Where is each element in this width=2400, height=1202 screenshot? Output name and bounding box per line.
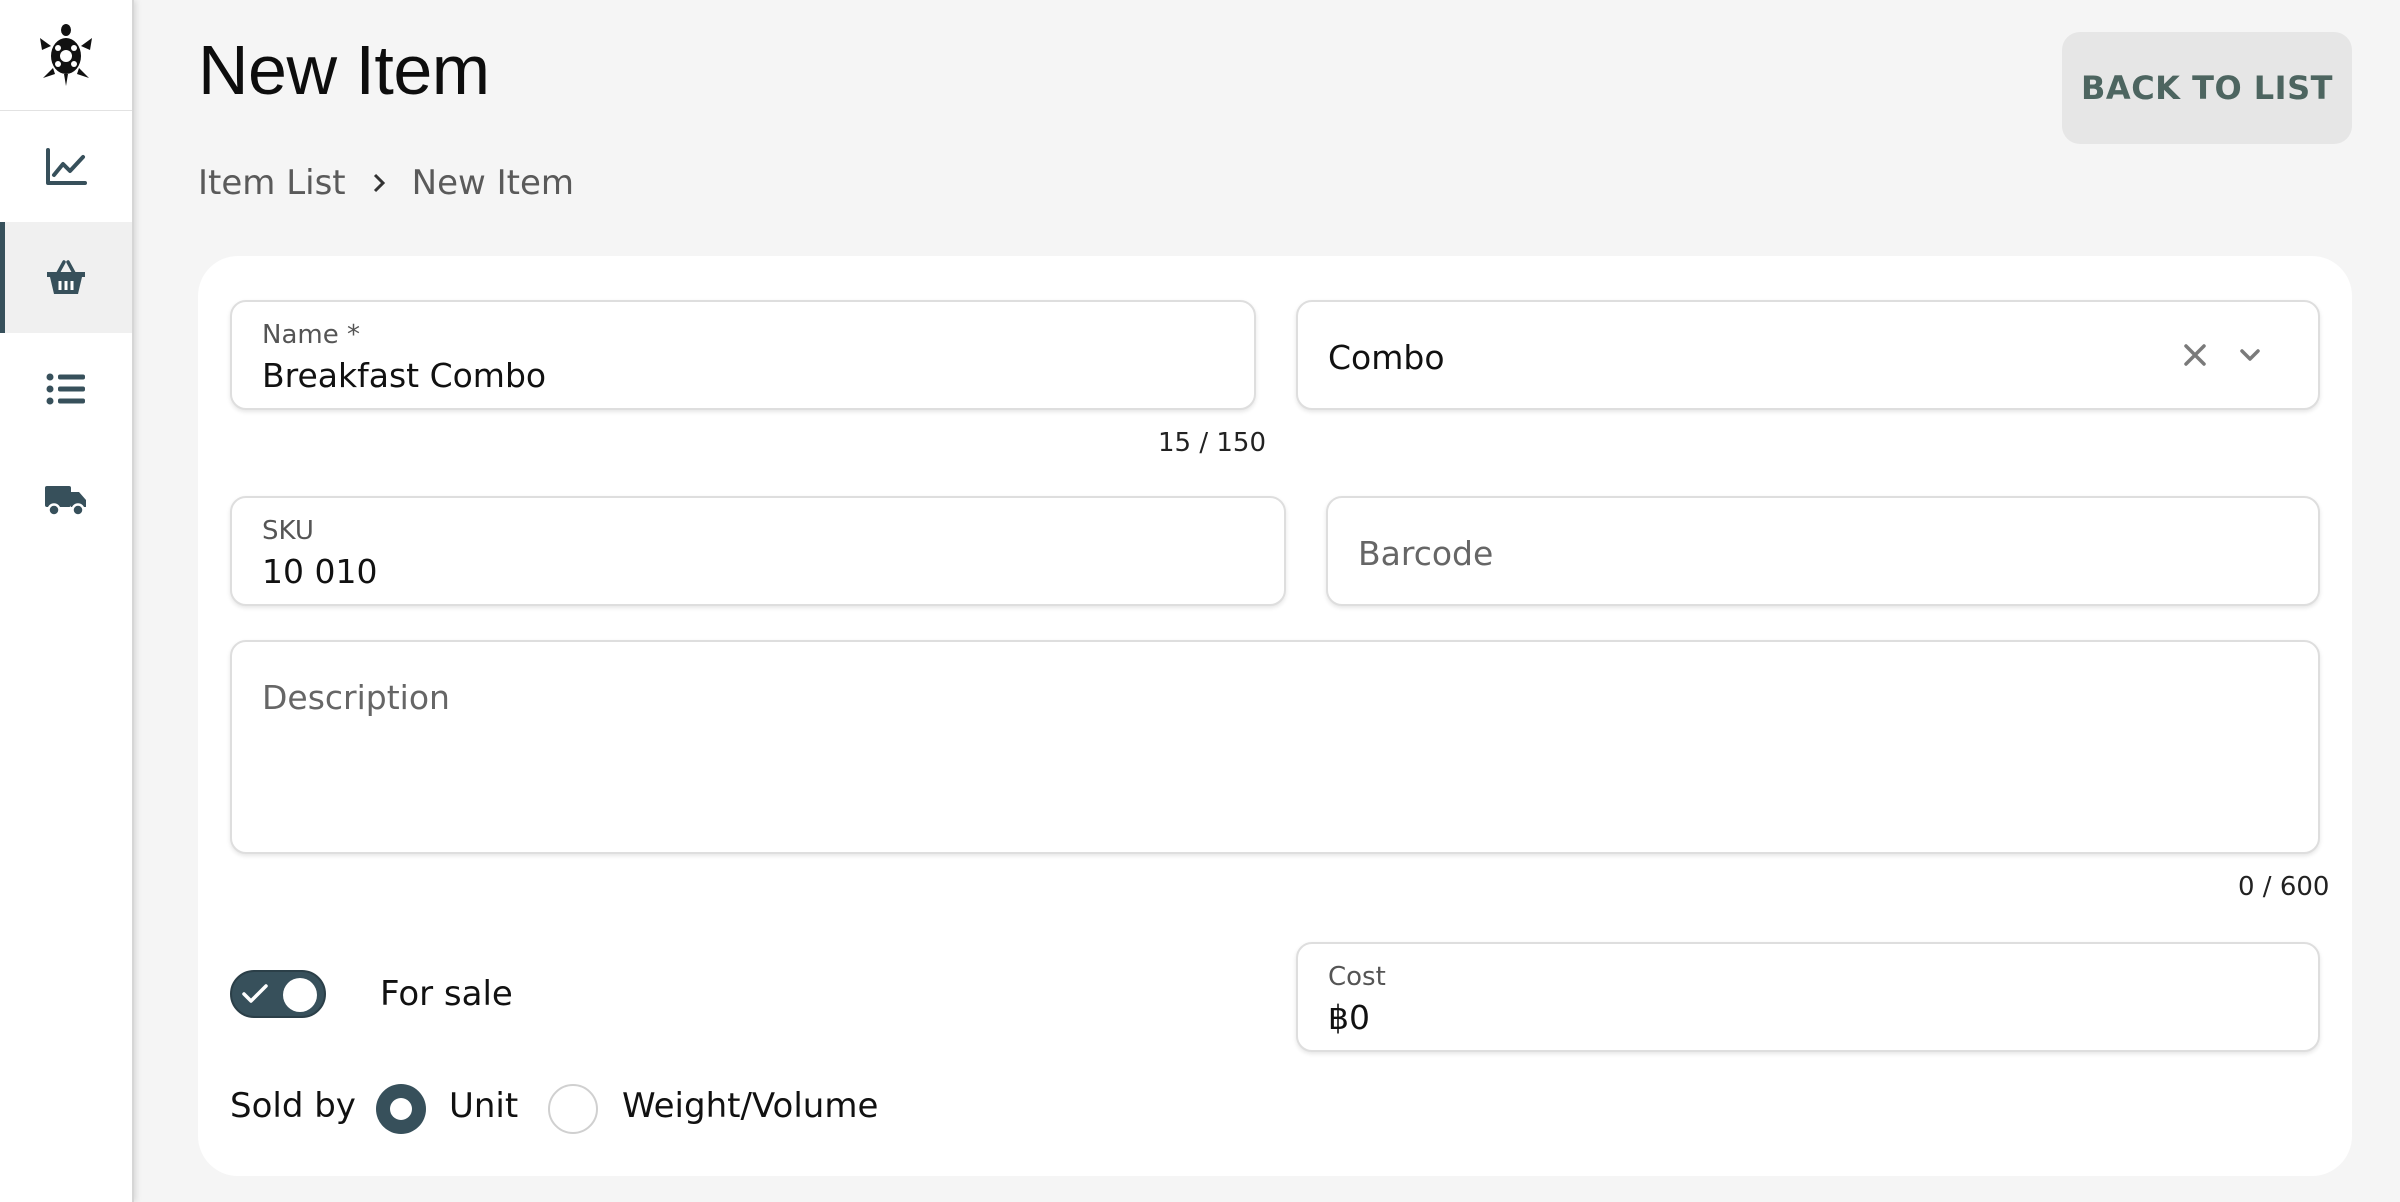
sidebar-item-reports[interactable] [0,111,132,222]
description-textarea[interactable]: Description [230,640,2320,854]
turtle-logo-icon [38,22,94,88]
sku-input[interactable]: 10 010 [262,552,377,591]
sold-by-unit-radio[interactable] [376,1084,426,1134]
sold-by-weight-radio[interactable] [548,1084,598,1134]
item-form-card: Name * Breakfast Combo 15 / 150 Combo SK… [198,256,2352,1176]
barcode-field[interactable]: Barcode [1326,496,2320,606]
sidebar-item-list[interactable] [0,333,132,444]
cost-input[interactable]: ฿0 [1328,998,1370,1037]
sidebar [0,0,134,1202]
sold-by-unit-label[interactable]: Unit [449,1086,518,1126]
logo[interactable] [0,0,132,111]
for-sale-toggle[interactable] [230,970,326,1018]
list-icon [46,372,86,406]
page-title: New Item [198,31,490,109]
basket-icon [45,259,87,297]
chart-line-icon [45,147,87,186]
truck-icon [44,482,88,518]
sku-label: SKU [262,516,314,546]
name-input[interactable]: Breakfast Combo [262,356,546,395]
name-label: Name * [262,320,360,350]
chevron-right-icon [372,172,386,194]
clear-icon[interactable] [2182,342,2208,372]
breadcrumb-item-list[interactable]: Item List [198,163,346,203]
name-char-counter: 15 / 150 [1158,428,1266,458]
back-to-list-button[interactable]: BACK TO LIST [2062,32,2352,144]
cost-field[interactable]: Cost ฿0 [1296,942,2320,1052]
sidebar-item-items[interactable] [0,222,132,333]
description-char-counter: 0 / 600 [2238,872,2330,902]
category-select[interactable]: Combo [1296,300,2320,410]
breadcrumb-item-current: New Item [411,163,575,203]
chevron-down-icon[interactable] [2238,346,2262,368]
sidebar-item-delivery[interactable] [0,444,132,555]
sold-by-weight-label[interactable]: Weight/Volume [622,1086,878,1126]
sold-by-label: Sold by [230,1086,356,1126]
for-sale-label: For sale [380,974,513,1014]
barcode-placeholder: Barcode [1358,534,1494,573]
toggle-knob [283,978,317,1012]
cost-label: Cost [1328,962,1386,992]
category-value: Combo [1328,338,1445,377]
sku-field[interactable]: SKU 10 010 [230,496,1286,606]
name-field[interactable]: Name * Breakfast Combo [230,300,1256,410]
description-placeholder: Description [262,678,450,717]
check-icon [242,983,268,1010]
breadcrumb: Item List New Item [198,160,574,206]
